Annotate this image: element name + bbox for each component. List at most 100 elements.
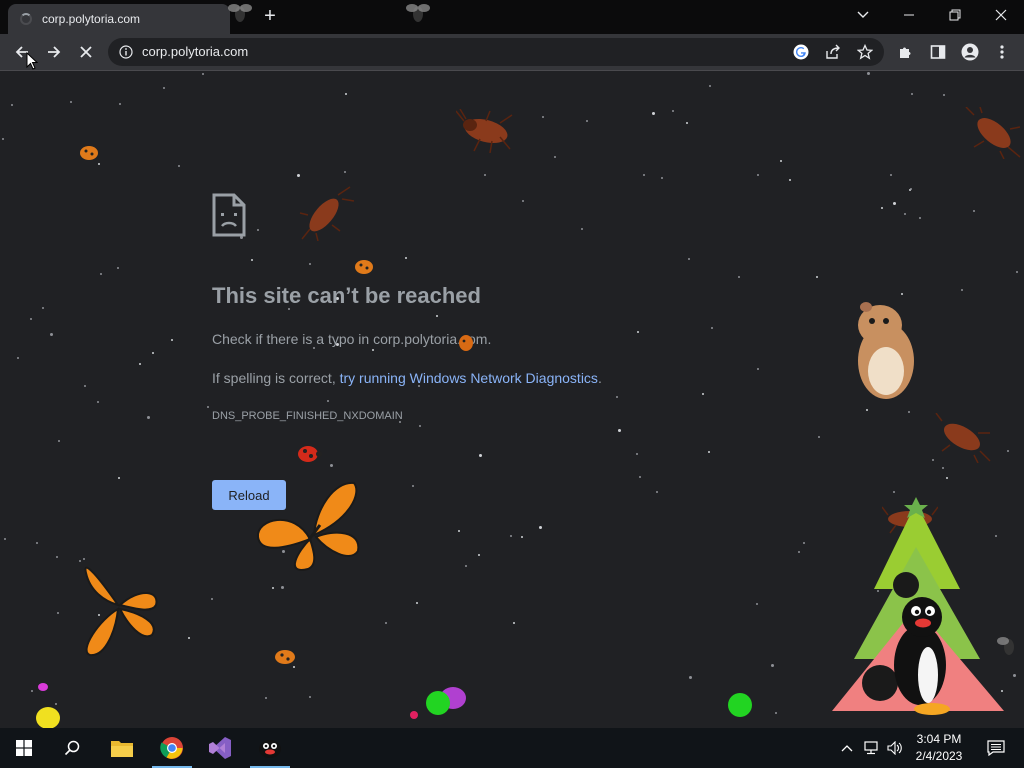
network-button[interactable] <box>860 728 884 768</box>
visual-studio-button[interactable] <box>196 728 244 768</box>
star-dot <box>1016 271 1018 273</box>
star-dot <box>689 676 692 679</box>
star-dot <box>818 436 820 438</box>
forward-button[interactable] <box>40 38 68 66</box>
star-dot <box>416 602 418 604</box>
star-dot <box>211 598 213 600</box>
star-dot <box>961 289 963 291</box>
star-dot <box>1007 450 1009 452</box>
star-dot <box>866 409 868 411</box>
start-button[interactable] <box>0 728 48 768</box>
ladybug-icon <box>80 146 98 160</box>
system-clock[interactable]: 3:04 PM 2/4/2023 <box>908 731 970 765</box>
clock-time: 3:04 PM <box>916 732 962 746</box>
chrome-menu-button[interactable] <box>988 38 1016 66</box>
star-dot <box>893 491 895 493</box>
star-dot <box>757 368 759 370</box>
star-dot <box>513 622 515 624</box>
minimize-button[interactable] <box>886 0 932 30</box>
taskbar-search-button[interactable] <box>48 728 96 768</box>
star-dot <box>919 217 921 219</box>
star-dot <box>478 554 480 556</box>
star-dot <box>973 210 975 212</box>
cockroach-icon <box>965 107 1021 159</box>
mouse-cursor-icon <box>26 52 38 70</box>
ladybug-icon <box>355 260 373 274</box>
star-dot <box>385 622 387 624</box>
star-dot <box>281 586 284 589</box>
cockroach-icon <box>299 186 354 241</box>
penguin-app-button[interactable] <box>246 728 294 768</box>
star-dot <box>616 396 618 398</box>
google-lens-icon[interactable] <box>793 44 809 60</box>
diagnostics-prefix: If spelling is correct, <box>212 370 340 386</box>
new-tab-button[interactable]: + <box>258 6 282 28</box>
share-icon[interactable] <box>825 44 841 60</box>
volume-button[interactable] <box>884 728 906 768</box>
url-text: corp.polytoria.com <box>142 44 249 59</box>
browser-tab-strip: corp.polytoria.com + <box>0 0 1024 34</box>
chrome-taskbar-button[interactable] <box>148 728 196 768</box>
network-icon <box>864 741 878 755</box>
star-dot <box>56 556 58 558</box>
star-dot <box>117 267 119 269</box>
star-dot <box>58 440 60 442</box>
restore-button[interactable] <box>932 0 978 30</box>
star-dot <box>207 406 209 408</box>
arrow-right-icon <box>48 46 61 58</box>
tab-search-button[interactable] <box>840 0 886 30</box>
browser-tab[interactable]: corp.polytoria.com <box>8 4 230 34</box>
star-dot <box>780 160 782 162</box>
star-dot <box>521 536 523 538</box>
star-dot <box>119 103 121 105</box>
search-icon <box>64 740 80 756</box>
info-icon[interactable] <box>119 45 133 59</box>
star-dot <box>272 587 274 589</box>
star-dot <box>756 603 758 605</box>
folder-icon <box>111 741 133 757</box>
show-hidden-icons-button[interactable] <box>836 728 858 768</box>
star-dot <box>202 73 204 75</box>
screen: corp.polytoria.com + corp.polytoria.com … <box>0 0 1024 768</box>
profile-button[interactable] <box>956 38 984 66</box>
extensions-button[interactable] <box>892 38 920 66</box>
confetti-dot <box>36 707 60 729</box>
star-dot <box>643 174 645 176</box>
hamster-icon <box>858 302 914 399</box>
network-diagnostics-link[interactable]: try running Windows Network Diagnostics <box>340 370 598 386</box>
visual-studio-icon <box>209 737 231 759</box>
side-panel-button[interactable] <box>924 38 952 66</box>
notifications-button[interactable] <box>972 728 1020 768</box>
penguin-app-icon <box>259 740 281 758</box>
star-dot <box>309 263 311 265</box>
close-window-button[interactable] <box>978 0 1024 30</box>
restore-icon <box>949 9 961 21</box>
star-dot <box>152 352 154 354</box>
address-bar[interactable]: corp.polytoria.com <box>108 38 884 66</box>
star-dot <box>251 259 253 261</box>
star-dot <box>908 411 910 413</box>
star-dot <box>775 712 777 714</box>
star-dot <box>118 477 120 479</box>
clock-date: 2/4/2023 <box>915 749 963 763</box>
page-content: This site can’t be reached Check if ther… <box>0 71 1024 729</box>
file-explorer-button[interactable] <box>98 728 146 768</box>
star-dot <box>904 213 906 215</box>
butterfly-icon <box>84 566 158 657</box>
cockroach-icon <box>935 413 991 463</box>
bookmark-star-icon[interactable] <box>857 44 873 60</box>
star-dot <box>484 174 486 176</box>
star-dot <box>30 318 32 320</box>
fly-icon <box>406 4 430 22</box>
star-dot <box>711 327 713 329</box>
star-dot <box>688 258 690 260</box>
confetti-dot <box>728 693 752 717</box>
star-dot <box>803 542 805 544</box>
star-dot <box>946 477 948 479</box>
stop-loading-button[interactable] <box>72 38 100 66</box>
star-dot <box>522 200 524 202</box>
star-dot <box>147 416 150 419</box>
star-dot <box>405 257 407 259</box>
star-dot <box>17 357 19 359</box>
star-dot <box>345 93 347 95</box>
